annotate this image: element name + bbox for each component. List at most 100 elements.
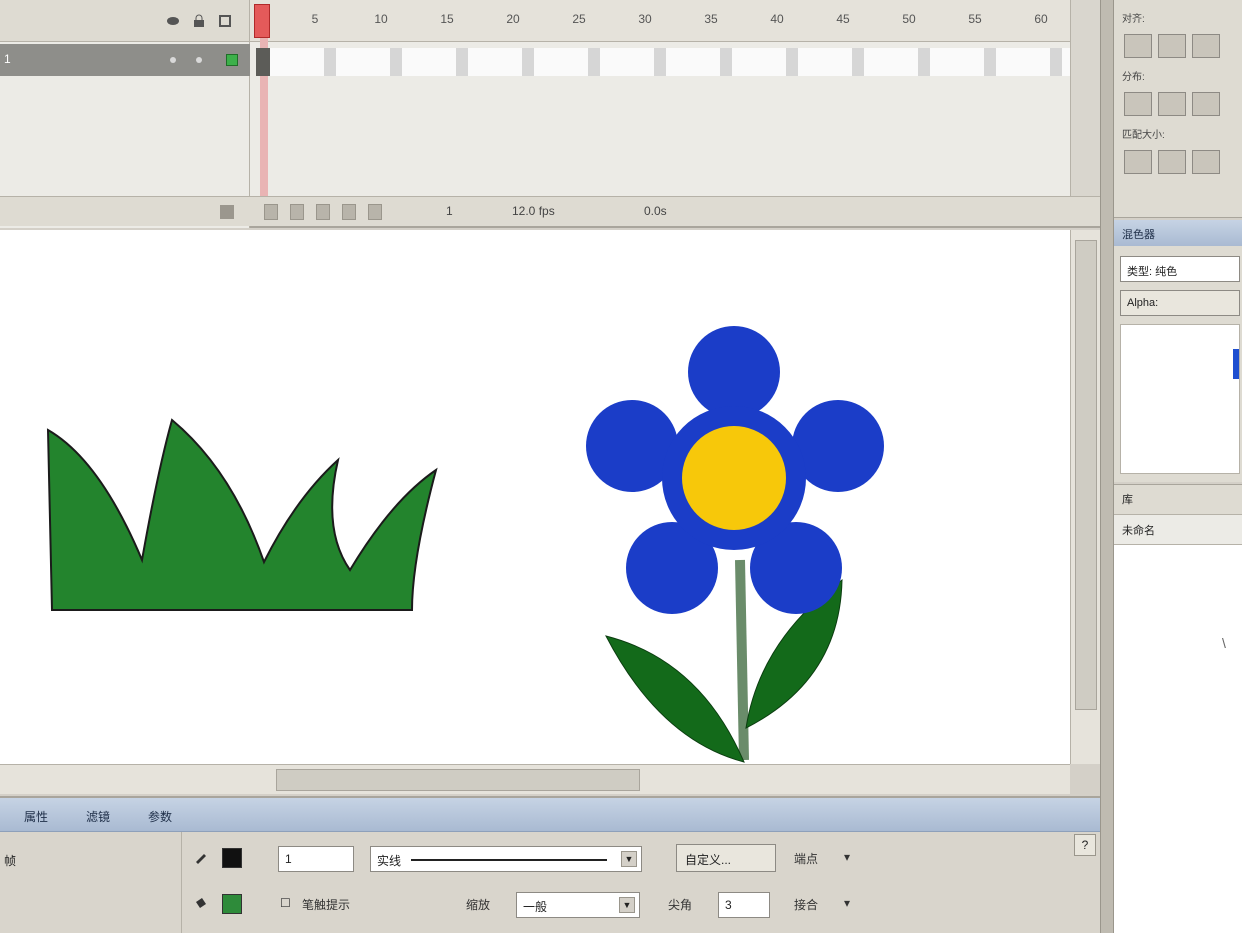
miter-field[interactable]: 3 xyxy=(718,892,770,918)
layer-list: 1 xyxy=(0,0,250,228)
stage-vertical-scrollbar[interactable] xyxy=(1070,230,1100,764)
stroke-row: 1 实线 ▼ 自定义... 端点 ▾ xyxy=(182,836,1100,882)
frame-number: 25 xyxy=(572,12,586,26)
stage-canvas[interactable] xyxy=(0,230,1070,764)
center-frame-button[interactable] xyxy=(264,204,278,220)
flower-stem xyxy=(735,559,749,761)
stroke-style-value: 实线 xyxy=(377,854,402,868)
cap-dropdown[interactable]: ▾ xyxy=(844,850,850,864)
fill-color-swatch[interactable] xyxy=(222,894,242,914)
properties-tabbar: 属性 滤镜 参数 xyxy=(0,798,1100,832)
scale-select[interactable]: 一般 ▼ xyxy=(516,892,640,918)
layer-row[interactable]: 1 xyxy=(0,44,250,76)
delete-layer-icon[interactable] xyxy=(220,205,234,219)
tab-filters[interactable]: 滤镜 xyxy=(80,806,116,827)
color-marker[interactable] xyxy=(1233,349,1239,379)
layer-name: 1 xyxy=(4,52,11,66)
outline-icon[interactable] xyxy=(218,14,232,28)
lock-icon[interactable] xyxy=(192,14,206,28)
stage-horizontal-scrollbar[interactable] xyxy=(0,764,1070,794)
color-type-select[interactable]: 类型: 纯色 xyxy=(1120,256,1240,282)
color-preview[interactable] xyxy=(1120,324,1240,474)
join-dropdown[interactable]: ▾ xyxy=(844,896,850,910)
stage-horizontal-thumb[interactable] xyxy=(276,769,640,791)
match-size-label: 匹配大小: xyxy=(1122,130,1165,141)
onion-outline-button[interactable] xyxy=(316,204,330,220)
stroke-preview-line xyxy=(411,859,607,861)
match-width-button[interactable] xyxy=(1124,150,1152,174)
stroke-style-select[interactable]: 实线 ▼ xyxy=(370,846,642,872)
library-doc-row[interactable]: 未命名 xyxy=(1114,515,1242,545)
stage-vertical-thumb[interactable] xyxy=(1075,240,1097,710)
frame-number: 30 xyxy=(638,12,652,26)
bucket-icon xyxy=(194,896,208,913)
timeline-scrollbar[interactable] xyxy=(1070,0,1100,196)
layer-header xyxy=(0,0,249,42)
layer-lock-dot[interactable] xyxy=(196,57,202,63)
chevron-down-icon[interactable]: ▼ xyxy=(621,851,637,867)
timeline-panel: 1 5 10 15 20 25 30 35 40 45 50 55 60 1 1… xyxy=(0,0,1100,228)
right-panel-dock: 对齐: 分布: 匹配大小: 混色器 类型: 纯色 Alpha: 库 未命名 \ xyxy=(1114,0,1242,933)
flash-ide-window: 1 5 10 15 20 25 30 35 40 45 50 55 60 1 1… xyxy=(0,0,1242,933)
tab-parameters[interactable]: 参数 xyxy=(142,806,178,827)
frame-rate: 12.0 fps xyxy=(512,204,555,218)
frame-number: 50 xyxy=(902,12,916,26)
frame-label: 帧 xyxy=(4,854,17,868)
playhead[interactable] xyxy=(254,4,270,38)
help-button[interactable]: ? xyxy=(1074,834,1096,856)
frame-number: 45 xyxy=(836,12,850,26)
frame-number: 20 xyxy=(506,12,520,26)
frame-number: 10 xyxy=(374,12,388,26)
distribute-middle-button[interactable] xyxy=(1158,92,1186,116)
edit-multiple-button[interactable] xyxy=(342,204,356,220)
scroll-corner xyxy=(1070,764,1100,794)
eye-icon[interactable] xyxy=(166,14,180,28)
color-alpha-row[interactable]: Alpha: xyxy=(1120,290,1240,316)
scale-label: 缩放 xyxy=(466,898,491,912)
distribute-bottom-button[interactable] xyxy=(1192,92,1220,116)
onion-skin-button[interactable] xyxy=(290,204,304,220)
stroke-color-swatch[interactable] xyxy=(222,848,242,868)
align-center-button[interactable] xyxy=(1158,34,1186,58)
timeline-status-bar: 1 12.0 fps 0.0s xyxy=(250,196,1100,226)
match-both-button[interactable] xyxy=(1192,150,1220,174)
custom-stroke-button[interactable]: 自定义... xyxy=(676,844,776,872)
layer-outline-swatch[interactable] xyxy=(226,54,238,66)
current-frame: 1 xyxy=(446,204,453,218)
library-item[interactable]: \ xyxy=(1222,635,1226,651)
align-right-button[interactable] xyxy=(1192,34,1220,58)
panel-divider[interactable] xyxy=(1100,0,1114,933)
frame-ruler[interactable]: 5 10 15 20 25 30 35 40 45 50 55 60 xyxy=(250,0,1070,42)
align-left-button[interactable] xyxy=(1124,34,1152,58)
frame-number: 55 xyxy=(968,12,982,26)
layer-visibility-dot[interactable] xyxy=(170,57,176,63)
stroke-width-field[interactable]: 1 xyxy=(278,846,354,872)
distribute-top-button[interactable] xyxy=(1124,92,1152,116)
align-panel: 对齐: 分布: 匹配大小: xyxy=(1114,0,1242,218)
tab-properties[interactable]: 属性 xyxy=(18,806,54,827)
color-type-label: 类型: xyxy=(1127,266,1153,278)
match-height-button[interactable] xyxy=(1158,150,1186,174)
stroke-hinting-checkbox[interactable]: ☐ xyxy=(280,896,291,910)
color-mixer-header[interactable]: 混色器 xyxy=(1114,220,1242,246)
frame-number: 5 xyxy=(311,12,319,26)
color-alpha-label: Alpha: xyxy=(1127,297,1159,309)
frame-area: 5 10 15 20 25 30 35 40 45 50 55 60 1 12.… xyxy=(250,0,1100,228)
miter-value: 3 xyxy=(725,898,732,912)
stroke-width-value: 1 xyxy=(285,852,292,866)
frame-number: 60 xyxy=(1034,12,1048,26)
cap-label: 端点 xyxy=(794,852,819,866)
distribute-label: 分布: xyxy=(1122,72,1145,83)
join-label: 接合 xyxy=(794,898,819,912)
keyframe[interactable] xyxy=(256,48,270,76)
align-label: 对齐: xyxy=(1122,14,1145,25)
stage-area[interactable] xyxy=(0,230,1100,794)
library-header[interactable]: 库 xyxy=(1114,485,1242,515)
frame-row[interactable] xyxy=(270,48,1070,76)
stroke-hinting-label: 笔触提示 xyxy=(302,898,351,912)
modify-markers-button[interactable] xyxy=(368,204,382,220)
chevron-down-icon[interactable]: ▼ xyxy=(619,897,635,913)
frame-number: 35 xyxy=(704,12,718,26)
flower-leaf-left xyxy=(605,635,745,763)
frame-number: 15 xyxy=(440,12,454,26)
